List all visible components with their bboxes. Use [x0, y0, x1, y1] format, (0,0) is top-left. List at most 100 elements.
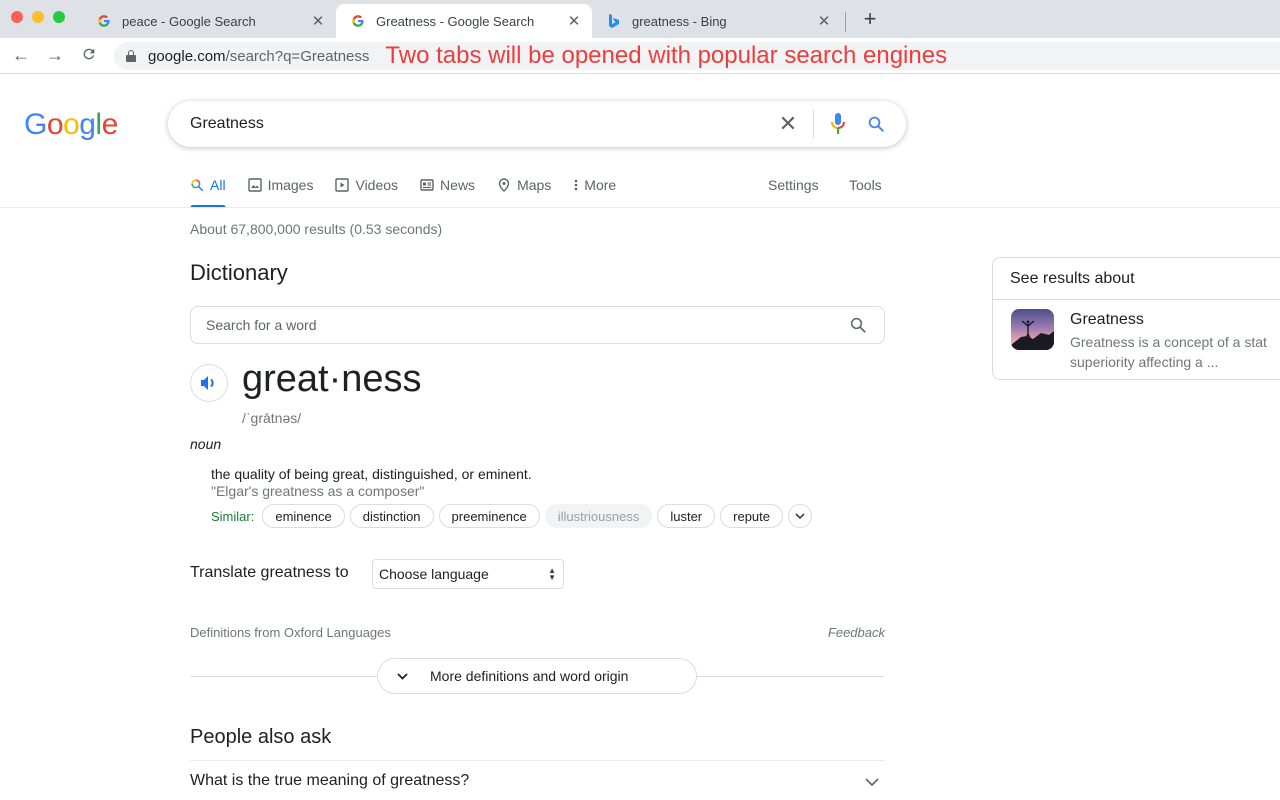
- browser-tab-peace[interactable]: peace - Google Search ✕: [82, 4, 336, 38]
- search-nav-tabs: All Images Videos News Maps More: [190, 168, 638, 208]
- side-card-title[interactable]: Greatness: [1070, 311, 1144, 329]
- greatness-thumbnail[interactable]: [1011, 309, 1054, 350]
- logo-letter: o: [46, 108, 64, 141]
- forward-button[interactable]: →: [44, 45, 66, 66]
- tab-close-icon[interactable]: ✕: [310, 12, 326, 30]
- address-bar[interactable]: google.com /search?q=Greatness Two tabs …: [114, 42, 1280, 70]
- image-icon: [247, 178, 262, 192]
- side-card-desc-line: Greatness is a concept of a stat: [1070, 334, 1267, 350]
- feedback-link[interactable]: Feedback: [828, 625, 885, 640]
- window-close-button[interactable]: [11, 11, 23, 23]
- search-icon[interactable]: [866, 114, 886, 134]
- browser-tab-greatness-bing[interactable]: greatness - Bing ✕: [592, 4, 842, 38]
- speaker-icon: [201, 376, 214, 390]
- part-of-speech: noun: [190, 436, 222, 452]
- search-input[interactable]: Greatness: [190, 115, 775, 133]
- logo-letter: g: [79, 108, 96, 141]
- reload-button[interactable]: [78, 46, 100, 67]
- annotation-text: Two tabs will be opened with popular sea…: [385, 42, 948, 69]
- similar-chip[interactable]: luster: [657, 504, 716, 528]
- dictionary-search-input[interactable]: Search for a word: [190, 306, 885, 344]
- see-results-about-card: See results about Greatness Greatness is…: [992, 257, 1280, 380]
- bing-b-icon: [606, 13, 622, 29]
- result-stats: About 67,800,000 results (0.53 seconds): [190, 221, 443, 237]
- news-icon: [420, 178, 434, 192]
- tab-close-icon[interactable]: ✕: [816, 12, 832, 30]
- similar-label: Similar:: [211, 508, 255, 524]
- dictionary-title: Dictionary: [190, 260, 288, 285]
- new-tab-button[interactable]: +: [860, 6, 880, 32]
- tab-close-icon[interactable]: ✕: [566, 12, 582, 30]
- search-icon[interactable]: [848, 315, 868, 335]
- nav-tab-label: More: [584, 177, 617, 193]
- logo-letter: e: [101, 108, 119, 141]
- people-also-ask-title: People also ask: [190, 726, 332, 748]
- url-host: google.com: [148, 47, 226, 65]
- search-icon: [190, 178, 204, 192]
- url-path: /search?q=Greatness: [225, 47, 370, 65]
- similar-chip[interactable]: preeminence: [438, 504, 540, 528]
- tools-link[interactable]: Tools: [849, 177, 882, 193]
- tab-title: Greatness - Google Search: [376, 13, 535, 29]
- back-button[interactable]: ←: [10, 45, 32, 66]
- example-sentence: "Elgar's greatness as a composer": [211, 483, 425, 499]
- chevron-down-icon[interactable]: [864, 775, 880, 789]
- person-silhouette-icon: [1011, 320, 1054, 350]
- pronunciation-button[interactable]: [190, 364, 228, 402]
- window-minimize-button[interactable]: [32, 11, 44, 23]
- similar-chip: illustriousness: [544, 504, 653, 528]
- paa-question[interactable]: What is the true meaning of greatness?: [190, 772, 469, 790]
- headword: great·ness: [242, 358, 422, 400]
- more-definitions-label: More definitions and word origin: [430, 668, 629, 684]
- lock-icon: [126, 50, 136, 62]
- nav-tab-label: All: [210, 177, 226, 193]
- language-select-value: Choose language: [379, 566, 489, 582]
- phonetic: /ˈɡrātnəs/: [242, 410, 302, 426]
- similar-chip[interactable]: repute: [720, 504, 784, 528]
- tab-title: greatness - Bing: [632, 13, 727, 29]
- dictionary-search-placeholder: Search for a word: [206, 317, 317, 333]
- similar-chip[interactable]: distinction: [349, 504, 434, 528]
- google-g-icon: [350, 13, 366, 29]
- definitions-source: Definitions from Oxford Languages: [190, 625, 391, 640]
- clear-icon[interactable]: ✕: [775, 111, 801, 137]
- video-icon: [335, 178, 350, 192]
- logo-letter: o: [63, 108, 80, 141]
- select-arrows-icon: ▲ ▼: [548, 566, 556, 582]
- nav-tab-news[interactable]: News: [420, 168, 475, 208]
- nav-tab-videos[interactable]: Videos: [335, 168, 398, 208]
- nav-tab-all[interactable]: All: [190, 168, 226, 208]
- side-card-description: Greatness is a concept of a stat superio…: [1070, 332, 1280, 372]
- browser-tab-greatness-google[interactable]: Greatness - Google Search ✕: [336, 4, 592, 38]
- mic-icon[interactable]: [830, 112, 846, 136]
- more-vert-icon: [573, 178, 579, 192]
- chevron-down-icon: [396, 672, 408, 680]
- settings-link[interactable]: Settings: [768, 177, 819, 193]
- nav-tab-label: News: [440, 177, 476, 193]
- expand-similar-button[interactable]: [788, 504, 813, 528]
- google-g-icon: [96, 13, 112, 29]
- nav-tab-more[interactable]: More: [573, 168, 616, 208]
- nav-tab-label: Videos: [355, 177, 399, 193]
- more-definitions-button[interactable]: More definitions and word origin: [377, 658, 697, 694]
- logo-letter: G: [24, 108, 47, 141]
- divider: [190, 760, 885, 761]
- language-select[interactable]: Choose language ▲ ▼: [372, 559, 564, 589]
- similar-chip[interactable]: eminence: [262, 504, 345, 528]
- definition: the quality of being great, distinguishe…: [211, 466, 532, 482]
- side-card-header: See results about: [993, 258, 1280, 300]
- window-maximize-button[interactable]: [53, 11, 65, 23]
- nav-tab-images[interactable]: Images: [247, 168, 313, 208]
- similar-words: Similar: eminence distinction preeminenc…: [211, 504, 813, 528]
- side-card-desc-line: superiority affecting a ...: [1070, 354, 1219, 370]
- reload-icon: [83, 48, 95, 60]
- tab-title: peace - Google Search: [122, 13, 256, 29]
- nav-divider: [0, 207, 1280, 208]
- google-logo[interactable]: Google: [24, 108, 118, 142]
- tab-separator: [845, 12, 846, 32]
- nav-tab-maps[interactable]: Maps: [497, 168, 551, 208]
- tab-strip: peace - Google Search ✕ Greatness - Goog…: [0, 0, 1280, 38]
- map-pin-icon: [497, 178, 511, 192]
- chevron-down-icon: [795, 512, 805, 519]
- search-box[interactable]: Greatness ✕: [168, 101, 906, 147]
